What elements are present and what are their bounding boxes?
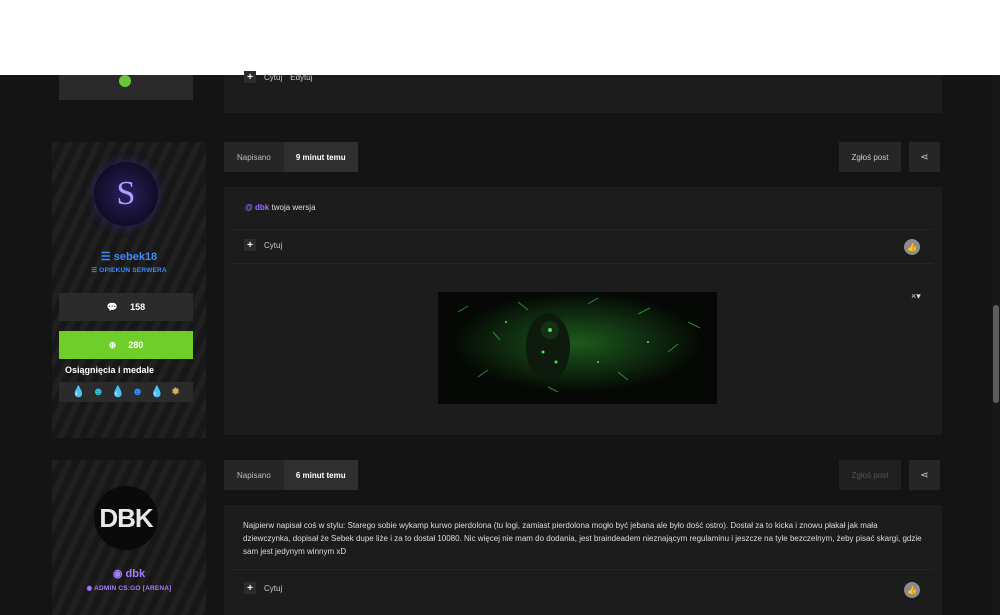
author-username[interactable]: ☰ sebek18 (52, 250, 206, 263)
divider (233, 569, 933, 570)
author-panel: S ☰ sebek18 ☰ OPIEKUN SERWERA 💬 158 ⊕ 28… (52, 142, 206, 438)
medal-icon[interactable]: ☻ (132, 386, 144, 398)
thumbs-up-icon[interactable]: 👍 (904, 582, 920, 598)
multiquote-plus-icon[interactable]: + (244, 239, 256, 251)
reputation-stat: ⊕ 280 (59, 331, 193, 359)
online-status-icon (119, 75, 131, 87)
multiquote-plus-icon[interactable]: + (244, 71, 256, 83)
post-content: @ dbk twoja wersja (245, 203, 316, 212)
share-icon[interactable]: ⋖ (909, 460, 940, 490)
shield-icon: ◉ (112, 568, 123, 580)
post-actions: + Cytuj (244, 582, 282, 594)
medal-icon[interactable]: ✹ (171, 386, 180, 398)
close-signature-icon[interactable]: ×▾ (911, 291, 921, 302)
post-count-stat: 💬 158 (59, 293, 193, 321)
medal-icon[interactable]: 💧 (72, 386, 86, 398)
multiquote-plus-icon[interactable]: + (244, 582, 256, 594)
report-post-button[interactable]: Zgłoś post (839, 460, 901, 490)
post-header: Napisano 6 minut temu (224, 460, 358, 490)
signature-image (438, 292, 717, 404)
medal-icon[interactable]: 💧 (150, 386, 164, 398)
author-role: ☰ OPIEKUN SERWERA (91, 267, 167, 274)
user-mention[interactable]: @ dbk (245, 203, 269, 212)
thumbs-up-icon[interactable]: 👍 (904, 239, 920, 255)
top-navigation-bar (0, 0, 1000, 75)
post-timestamp[interactable]: 9 minut temu (283, 142, 358, 172)
achievements-medals: 💧 ☻ 💧 ☻ 💧 ✹ (59, 382, 193, 402)
post-header: Napisano 9 minut temu (224, 142, 358, 172)
achievements-title: Osiągnięcia i medale (65, 365, 155, 375)
author-username[interactable]: ◉ dbk (52, 567, 206, 580)
post-actions: + Cytuj (244, 239, 282, 251)
signature-artwork (438, 292, 717, 404)
shield-icon: ◉ (86, 585, 93, 592)
plus-circle-icon: ⊕ (108, 339, 117, 350)
quote-link[interactable]: Cytuj (264, 241, 282, 250)
share-icon[interactable]: ⋖ (909, 142, 940, 172)
divider (233, 229, 933, 230)
layers-icon: ☰ (100, 251, 111, 263)
author-role: ◉ ADMIN CS:GO [ARENA] (86, 585, 172, 592)
posted-label: Napisano (224, 142, 284, 172)
post-timestamp[interactable]: 6 minut temu (283, 460, 358, 490)
author-panel: DBK ◉ dbk ◉ ADMIN CS:GO [ARENA] (52, 460, 206, 615)
layers-icon: ☰ (91, 267, 98, 274)
quote-link[interactable]: Cytuj (264, 584, 282, 593)
medal-icon[interactable]: ☻ (92, 386, 104, 398)
scrollbar-thumb[interactable] (993, 305, 999, 403)
medal-icon[interactable]: 💧 (111, 386, 125, 398)
divider (233, 263, 933, 264)
post-content: Najpierw napisał coś w stylu: Starego so… (243, 521, 922, 556)
avatar[interactable]: S (94, 162, 158, 226)
quote-link[interactable]: Cytuj (264, 73, 282, 82)
report-post-button[interactable]: Zgłoś post (839, 142, 901, 172)
chat-bubble-icon: 💬 (106, 301, 119, 312)
avatar[interactable]: DBK (94, 486, 158, 550)
previous-post-actions: + Cytuj Edytuj (244, 71, 312, 83)
previous-post-body (224, 75, 942, 113)
edit-link[interactable]: Edytuj (290, 73, 312, 82)
posted-label: Napisano (224, 460, 284, 490)
